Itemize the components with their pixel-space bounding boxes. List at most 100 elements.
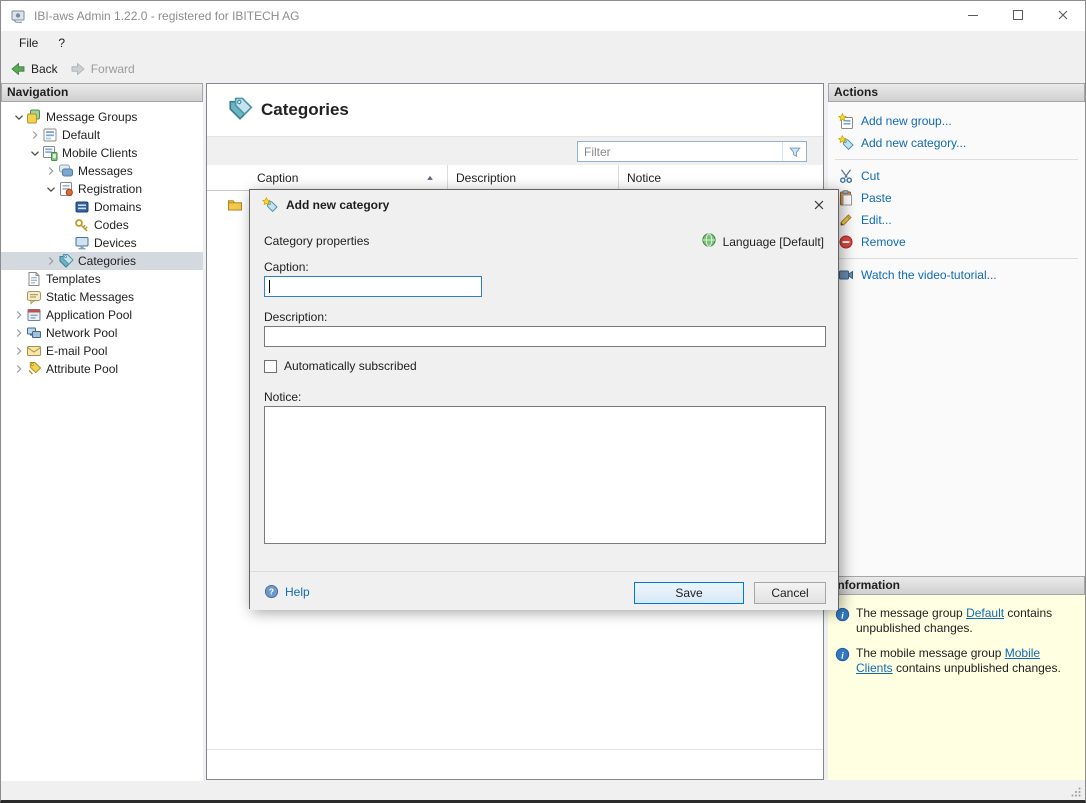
tree-item-static-messages[interactable]: Static Messages: [1, 288, 203, 306]
action-label: Watch the video-tutorial...: [861, 268, 997, 282]
tree-item-label: E-mail Pool: [46, 344, 108, 358]
action-remove[interactable]: Remove: [828, 231, 1085, 253]
tree-item-label: Attribute Pool: [46, 362, 119, 376]
language-label: Language [Default]: [722, 234, 824, 249]
domains-icon: [74, 199, 91, 215]
tree-item-label: Categories: [78, 254, 137, 268]
description-input[interactable]: [264, 326, 826, 347]
back-button[interactable]: Back: [10, 61, 58, 77]
add-category-dialog: Add new category Category properties Lan…: [249, 189, 839, 610]
notice-textarea[interactable]: [264, 406, 826, 544]
resize-grip-icon[interactable]: [1069, 785, 1083, 799]
caption-label: Caption:: [264, 260, 309, 274]
action-add-new-group[interactable]: Add new group...: [828, 110, 1085, 132]
filter-funnel-icon[interactable]: [782, 142, 806, 161]
info-item: i The mobile message group Mobile Clients…: [832, 646, 1079, 676]
tree-item-attribute-pool[interactable]: Attribute Pool: [1, 360, 203, 378]
info-link-default[interactable]: Default: [966, 606, 1004, 620]
sort-ascending-icon: [425, 173, 435, 183]
chevron-right-icon[interactable]: [11, 307, 26, 323]
caption-input[interactable]: [265, 277, 481, 296]
cancel-button[interactable]: Cancel: [754, 582, 826, 604]
filter-bar: [207, 136, 823, 165]
action-add-new-category[interactable]: Add new category...: [828, 132, 1085, 154]
column-label-caption: Caption: [257, 170, 299, 185]
maximize-button[interactable]: [995, 1, 1040, 31]
chevron-down-icon[interactable]: [27, 145, 42, 161]
action-cut[interactable]: Cut: [828, 165, 1085, 187]
column-header-caption[interactable]: Caption: [207, 165, 448, 190]
tree-item-registration[interactable]: Registration: [1, 180, 203, 198]
auto-subscribe-option[interactable]: Automatically subscribed: [264, 359, 417, 373]
menu-help[interactable]: ?: [48, 33, 75, 54]
paste-icon: [838, 190, 854, 206]
tree-item-label: Mobile Clients: [62, 146, 138, 160]
msg-groups-icon: [26, 109, 43, 125]
column-label-notice: Notice: [627, 170, 662, 185]
codes-icon: [74, 217, 91, 233]
info-link-mobile-clients[interactable]: Mobile Clients: [856, 646, 1040, 675]
action-paste[interactable]: Paste: [828, 187, 1085, 209]
window-title: IBI-aws Admin 1.22.0 - registered for IB…: [34, 9, 300, 23]
close-button[interactable]: [1040, 1, 1085, 31]
filter-input[interactable]: [578, 142, 782, 161]
tree-item-e-mail-pool[interactable]: E-mail Pool: [1, 342, 203, 360]
chevron-down-icon[interactable]: [43, 181, 58, 197]
tree-item-network-pool[interactable]: Network Pool: [1, 324, 203, 342]
help-link[interactable]: ? Help: [264, 584, 310, 599]
edit-icon: [838, 212, 854, 228]
info-text: The message group Default contains unpub…: [856, 606, 1053, 635]
action-edit[interactable]: Edit...: [828, 209, 1085, 231]
dialog-close-button[interactable]: [809, 196, 829, 216]
dialog-close-icon: [812, 198, 826, 215]
caption-field-wrap: [264, 276, 482, 297]
tree-item-devices[interactable]: Devices: [1, 234, 203, 252]
tree-item-label: Domains: [94, 200, 142, 214]
templates-icon: [26, 271, 43, 287]
static-messages-icon: [26, 289, 43, 305]
back-label: Back: [31, 62, 58, 76]
chevron-right-icon[interactable]: [11, 343, 26, 359]
app-logo-icon: [10, 8, 26, 24]
tree-item-label: Default: [62, 128, 101, 142]
tree-item-categories[interactable]: Categories: [1, 252, 203, 270]
tree-item-message-groups[interactable]: Message Groups: [1, 108, 203, 126]
tree-item-default[interactable]: Default: [1, 126, 203, 144]
tree-item-label: Message Groups: [46, 110, 138, 124]
chevron-right-icon[interactable]: [43, 253, 58, 269]
action-watch-the-video-tutorial[interactable]: Watch the video-tutorial...: [828, 264, 1085, 286]
tree-item-messages[interactable]: Messages: [1, 162, 203, 180]
group-icon: [42, 127, 59, 143]
section-label: Category properties: [264, 234, 370, 248]
tree-item-mobile-clients[interactable]: Mobile Clients: [1, 144, 203, 162]
tree-item-templates[interactable]: Templates: [1, 270, 203, 288]
chevron-right-icon[interactable]: [11, 361, 26, 377]
app-pool-icon: [26, 307, 43, 323]
dialog-title: Add new category: [286, 198, 390, 212]
tree-item-application-pool[interactable]: Application Pool: [1, 306, 203, 324]
auto-subscribe-checkbox[interactable]: [264, 359, 277, 373]
actions-separator: [835, 159, 1078, 160]
language-selector[interactable]: Language [Default]: [701, 232, 824, 251]
column-header-notice[interactable]: Notice: [619, 165, 823, 190]
chevron-right-icon[interactable]: [43, 163, 58, 179]
tree-item-label: Registration: [78, 182, 143, 196]
navigation-panel: Navigation Message Groups Default Mobile C…: [1, 83, 203, 781]
column-header-description[interactable]: Description: [448, 165, 619, 190]
statusbar: [1, 782, 1085, 800]
help-label: Help: [285, 584, 310, 599]
menu-file[interactable]: File: [9, 33, 48, 54]
tree-item-codes[interactable]: Codes: [1, 216, 203, 234]
chevron-down-icon[interactable]: [11, 109, 26, 125]
chevron-right-icon[interactable]: [27, 127, 42, 143]
chevron-right-icon[interactable]: [11, 325, 26, 341]
filter-box[interactable]: [577, 141, 807, 162]
minimize-icon: [965, 7, 981, 26]
minimize-button[interactable]: [950, 1, 995, 31]
chevron-placeholder: [11, 271, 26, 287]
save-button[interactable]: Save: [634, 582, 744, 604]
svg-text:i: i: [841, 650, 844, 661]
tree-item-domains[interactable]: Domains: [1, 198, 203, 216]
email-pool-icon: [26, 343, 43, 359]
back-arrow-icon: [10, 61, 26, 77]
